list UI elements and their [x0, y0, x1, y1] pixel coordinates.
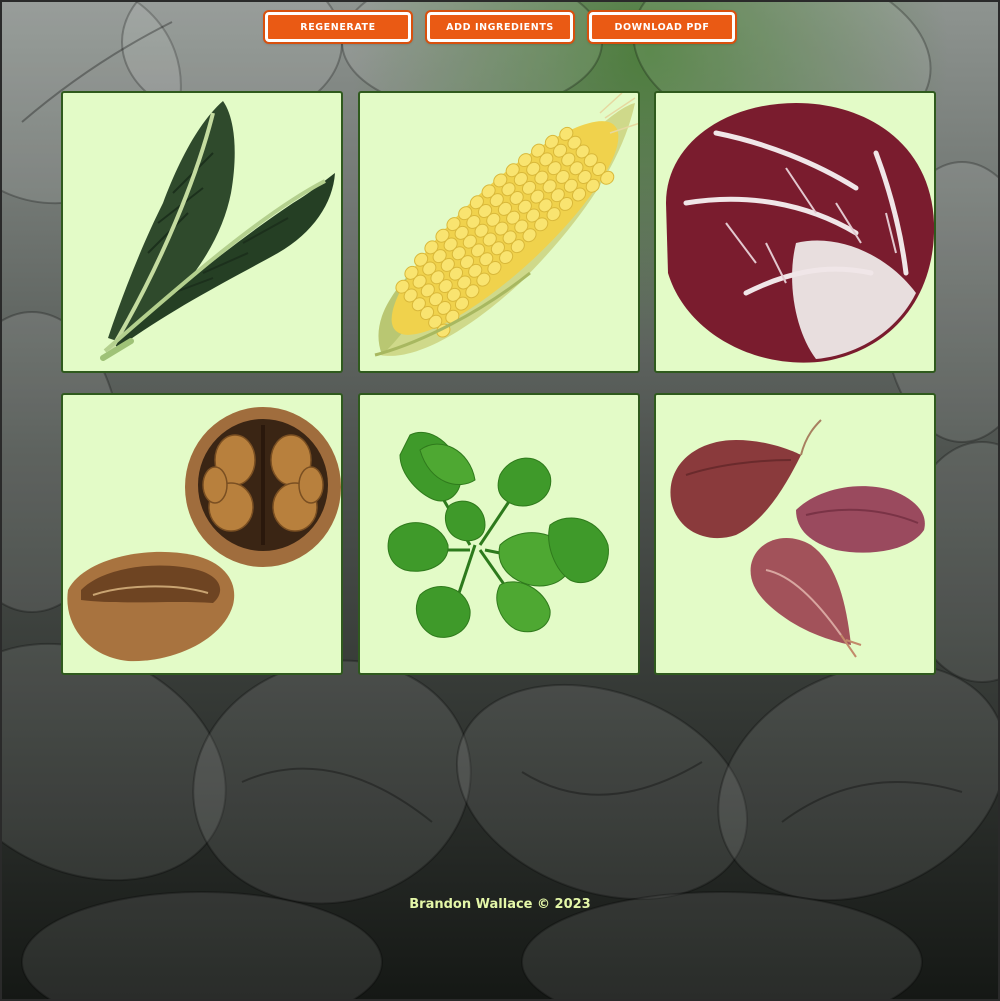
- radicchio-icon: [666, 103, 934, 363]
- walnut-icon: [67, 407, 341, 662]
- toolbar: REGENERATE ADD INGREDIENTS DOWNLOAD PDF: [0, 12, 1000, 42]
- ingredient-card-walnut[interactable]: [61, 393, 343, 675]
- add-ingredients-button[interactable]: ADD INGREDIENTS: [427, 12, 573, 42]
- ingredient-card-parsley[interactable]: [358, 393, 640, 675]
- kale-icon: [100, 101, 335, 361]
- footer-credit: Brandon Wallace © 2023: [409, 897, 591, 912]
- ingredient-card-shallot[interactable]: [654, 393, 936, 675]
- download-pdf-button[interactable]: DOWNLOAD PDF: [589, 12, 735, 42]
- ingredient-card-kale[interactable]: [61, 91, 343, 373]
- regenerate-button[interactable]: REGENERATE: [265, 12, 411, 42]
- shallot-icon: [670, 419, 925, 658]
- ingredient-card-radicchio[interactable]: [654, 91, 936, 373]
- corn-icon: [374, 93, 638, 357]
- parsley-icon: [387, 432, 609, 638]
- ingredient-card-corn[interactable]: [358, 91, 640, 373]
